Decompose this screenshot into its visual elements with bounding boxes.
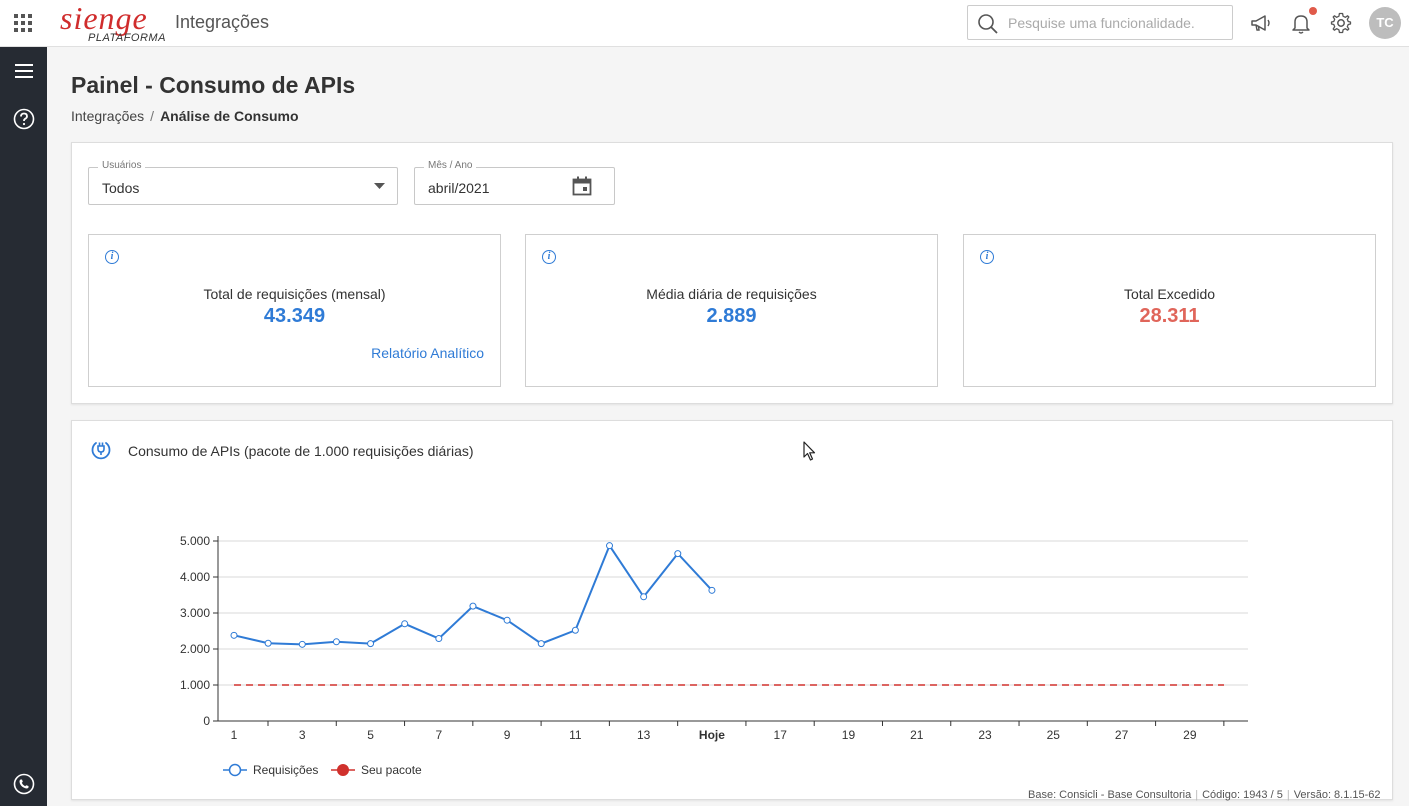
requests-point bbox=[264, 639, 272, 647]
y-tick-label: 0 bbox=[203, 714, 210, 728]
legend-requests-label: Requisições bbox=[253, 763, 318, 777]
requests-point bbox=[435, 635, 443, 643]
breadcrumb: Integrações / Análise de Consumo bbox=[71, 108, 299, 124]
sidebar bbox=[0, 47, 47, 806]
month-year-picker[interactable]: Mês / Ano abril/2021 bbox=[414, 160, 615, 205]
requests-point bbox=[401, 620, 409, 628]
chart-panel: Consumo de APIs (pacote de 1.000 requisi… bbox=[71, 420, 1393, 800]
x-tick-label: Hoje bbox=[699, 728, 725, 742]
x-tick-label: 7 bbox=[435, 728, 442, 742]
megaphone-icon[interactable] bbox=[1249, 11, 1273, 35]
user-avatar[interactable]: TC bbox=[1369, 7, 1401, 39]
notification-dot bbox=[1309, 7, 1317, 15]
x-tick-label: 19 bbox=[842, 728, 856, 742]
bell-icon[interactable] bbox=[1289, 11, 1313, 35]
info-icon[interactable]: i bbox=[542, 250, 556, 264]
requests-point bbox=[298, 640, 306, 648]
requests-point bbox=[332, 638, 340, 646]
requests-point bbox=[571, 626, 579, 634]
page-title: Painel - Consumo de APIs bbox=[71, 72, 356, 98]
x-tick-label: 23 bbox=[978, 728, 992, 742]
top-bar: sienge PLATAFORMA Integrações TC bbox=[0, 0, 1409, 47]
logo-subtitle: PLATAFORMA bbox=[88, 32, 166, 44]
help-icon[interactable] bbox=[12, 107, 36, 131]
x-tick-label: 1 bbox=[231, 728, 238, 742]
x-tick-label: 9 bbox=[504, 728, 511, 742]
x-tick-label: 21 bbox=[910, 728, 924, 742]
metric-card-daily-average: i Média diária de requisições 2.889 bbox=[525, 234, 938, 387]
requests-point bbox=[503, 616, 511, 624]
month-year-label: Mês / Ano bbox=[424, 160, 477, 171]
requests-point bbox=[367, 640, 375, 648]
metric-label: Média diária de requisições bbox=[646, 286, 817, 302]
apps-grid-icon[interactable] bbox=[14, 14, 32, 32]
users-select-label: Usuários bbox=[98, 160, 146, 171]
users-select-value: Todos bbox=[102, 180, 140, 196]
y-tick-label: 5.000 bbox=[180, 534, 210, 548]
requests-point bbox=[469, 602, 477, 610]
footer-version: Versão: 8.1.15-62 bbox=[1293, 789, 1381, 801]
footer-base: Base: Consicli - Base Consultoria bbox=[1028, 789, 1192, 801]
y-tick-label: 4.000 bbox=[180, 570, 210, 584]
requests-point bbox=[674, 550, 682, 558]
mouse-cursor-icon bbox=[803, 441, 816, 461]
search-input[interactable] bbox=[1008, 14, 1223, 32]
app-title: Integrações bbox=[175, 12, 270, 32]
requests-point bbox=[537, 640, 545, 648]
legend-requests-marker bbox=[228, 763, 242, 777]
metric-card-exceeded: i Total Excedido 28.311 bbox=[963, 234, 1376, 387]
x-tick-label: 13 bbox=[637, 728, 651, 742]
legend-package-marker bbox=[337, 764, 349, 776]
metric-value: 43.349 bbox=[263, 305, 326, 327]
analytic-report-link[interactable]: Relatório Analítico bbox=[371, 345, 484, 361]
x-tick-label: 5 bbox=[367, 728, 374, 742]
y-tick-label: 1.000 bbox=[180, 678, 210, 692]
x-tick-label: 29 bbox=[1183, 728, 1197, 742]
menu-icon[interactable] bbox=[12, 59, 36, 83]
metric-card-total: i Total de requisições (mensal) 43.349 R… bbox=[88, 234, 501, 387]
calendar-icon[interactable] bbox=[572, 176, 592, 196]
metric-label: Total de requisições (mensal) bbox=[203, 286, 386, 302]
chevron-down-icon bbox=[374, 183, 385, 189]
consumption-line-chart: 01.0002.0003.0004.0005.0001 3 5 7 9 11 13 Hoje 1… bbox=[180, 534, 1248, 777]
breadcrumb-current: Análise de Consumo bbox=[160, 108, 299, 124]
search-box[interactable] bbox=[967, 5, 1233, 40]
y-tick-label: 3.000 bbox=[180, 606, 210, 620]
phone-support-icon[interactable] bbox=[12, 772, 36, 796]
users-select[interactable]: Usuários Todos bbox=[88, 160, 398, 205]
footer-info: Base: Consicli - Base Consultoria | Código… bbox=[1028, 789, 1381, 801]
requests-point bbox=[708, 586, 716, 594]
metric-label: Total Excedido bbox=[1123, 286, 1216, 302]
x-tick-label: 27 bbox=[1115, 728, 1129, 742]
x-tick-label: 3 bbox=[299, 728, 306, 742]
info-icon[interactable]: i bbox=[105, 250, 119, 264]
footer-code: Código: 1943 / 5 bbox=[1202, 789, 1283, 801]
metric-value: 28.311 bbox=[1139, 305, 1200, 327]
requests-point bbox=[606, 542, 614, 550]
y-tick-label: 2.000 bbox=[180, 642, 210, 656]
search-icon bbox=[978, 14, 998, 34]
gear-icon[interactable] bbox=[1329, 11, 1353, 35]
month-year-value: abril/2021 bbox=[428, 180, 490, 196]
requests-point bbox=[640, 593, 648, 601]
sienge-logo[interactable]: sienge PLATAFORMA bbox=[60, 0, 166, 46]
requests-point bbox=[230, 631, 238, 639]
info-icon[interactable]: i bbox=[980, 250, 994, 264]
metric-value: 2.889 bbox=[706, 305, 757, 327]
breadcrumb-separator: / bbox=[150, 108, 155, 124]
logo-wordmark: sienge bbox=[60, 0, 148, 36]
x-tick-label: 25 bbox=[1047, 728, 1061, 742]
x-tick-label: 11 bbox=[569, 728, 582, 742]
summary-panel: Usuários Todos Mês / Ano abril/2021 i To… bbox=[71, 142, 1393, 404]
x-tick-label: 17 bbox=[774, 728, 788, 742]
breadcrumb-parent[interactable]: Integrações bbox=[71, 108, 144, 124]
requests-line bbox=[233, 543, 713, 646]
legend-package-label: Seu pacote bbox=[361, 763, 422, 777]
